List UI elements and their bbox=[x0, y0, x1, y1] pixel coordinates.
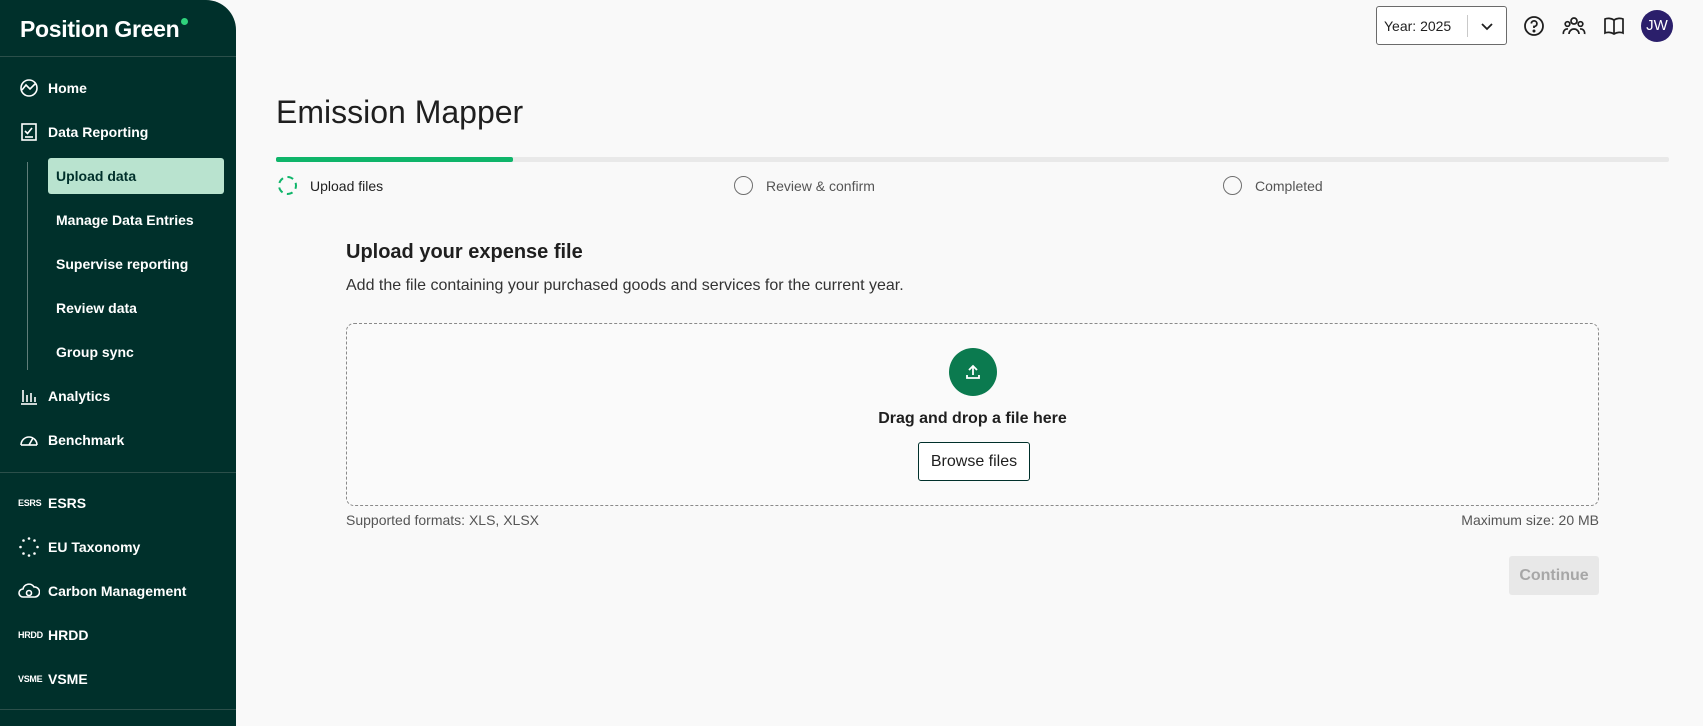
upload-icon[interactable] bbox=[949, 348, 997, 396]
sidebar: Position Green Home Data Reporting Uploa… bbox=[0, 0, 236, 726]
step-pending-icon bbox=[734, 176, 753, 195]
step-upload-files[interactable]: Upload files bbox=[278, 176, 383, 195]
logo-text: Position Green bbox=[20, 16, 180, 42]
file-dropzone[interactable]: Drag and drop a file here Browse files bbox=[346, 323, 1599, 506]
sidebar-item-label: Carbon Management bbox=[48, 583, 187, 599]
section-description: Add the file containing your purchased g… bbox=[346, 277, 904, 294]
chevron-down-icon bbox=[1468, 19, 1506, 33]
clipboard-check-icon bbox=[18, 121, 40, 143]
sidebar-item-label: ESRS bbox=[48, 495, 87, 511]
section-title: Upload your expense file bbox=[346, 241, 583, 263]
carbon-cloud-icon bbox=[18, 580, 40, 602]
gauge-icon bbox=[18, 429, 40, 451]
vsme-icon: VSME bbox=[18, 674, 43, 684]
sidebar-nav: Home Data Reporting bbox=[0, 57, 236, 154]
year-select-value: Year: 2025 bbox=[1384, 17, 1452, 34]
step-label: Upload files bbox=[310, 177, 384, 194]
avatar[interactable]: JW bbox=[1641, 9, 1673, 42]
help-icon[interactable] bbox=[1521, 13, 1547, 39]
continue-button[interactable]: Continue bbox=[1509, 556, 1599, 595]
wizard-progress-bar bbox=[276, 157, 1669, 162]
browse-files-button[interactable]: Browse files bbox=[918, 442, 1030, 481]
sidebar-item-benchmark[interactable]: Benchmark bbox=[0, 418, 236, 462]
sidebar-item-data-reporting[interactable]: Data Reporting bbox=[0, 110, 236, 154]
sidebar-item-vsme[interactable]: VSME VSME bbox=[0, 657, 236, 701]
sidebar-item-review-data[interactable]: Review data bbox=[48, 286, 224, 330]
topbar: Year: 2025 JW bbox=[1376, 6, 1673, 45]
sidebar-item-label: HRDD bbox=[48, 627, 89, 643]
step-pending-icon bbox=[1223, 176, 1242, 195]
sidebar-item-hrdd[interactable]: HRDD HRDD bbox=[0, 613, 236, 657]
submenu-line bbox=[27, 162, 28, 370]
sidebar-nav-secondary: Analytics Benchmark bbox=[0, 374, 236, 462]
sidebar-item-label: Home bbox=[48, 80, 87, 96]
bar-chart-icon bbox=[18, 385, 40, 407]
sidebar-item-upload-data[interactable]: Upload data bbox=[48, 158, 224, 194]
home-icon bbox=[18, 77, 40, 99]
sidebar-item-home[interactable]: Home bbox=[0, 66, 236, 110]
sidebar-item-label: Benchmark bbox=[48, 432, 125, 448]
page-title: Emission Mapper bbox=[276, 94, 524, 130]
hrdd-icon: HRDD bbox=[18, 630, 43, 640]
sidebar-item-eu-taxonomy[interactable]: EU Taxonomy bbox=[0, 525, 236, 569]
data-reporting-submenu: Upload data Manage Data Entries Supervis… bbox=[0, 158, 236, 374]
sidebar-item-carbon-management[interactable]: Carbon Management bbox=[0, 569, 236, 613]
sidebar-item-label: EU Taxonomy bbox=[48, 539, 141, 555]
year-select[interactable]: Year: 2025 bbox=[1376, 6, 1507, 45]
community-icon[interactable] bbox=[1561, 13, 1587, 39]
sidebar-divider bbox=[0, 472, 236, 473]
max-size-text: Maximum size: 20 MB bbox=[1461, 512, 1599, 528]
sidebar-item-supervise-reporting[interactable]: Supervise reporting bbox=[48, 242, 224, 286]
sidebar-divider-bottom bbox=[0, 709, 236, 710]
step-current-icon bbox=[278, 176, 297, 195]
sidebar-item-label: Data Reporting bbox=[48, 124, 149, 140]
step-review-confirm[interactable]: Review & confirm bbox=[734, 176, 875, 195]
step-label: Completed bbox=[1255, 177, 1323, 194]
sidebar-modules: ESRS ESRS EU Taxonomy Carbon Management … bbox=[0, 481, 236, 701]
logo-dot-icon bbox=[181, 18, 189, 25]
eu-stars-icon bbox=[18, 536, 40, 558]
sidebar-item-label: Analytics bbox=[48, 388, 111, 404]
wizard-progress-fill bbox=[276, 157, 513, 162]
sidebar-item-group-sync[interactable]: Group sync bbox=[48, 330, 224, 374]
sidebar-item-analytics[interactable]: Analytics bbox=[0, 374, 236, 418]
logo[interactable]: Position Green bbox=[0, 0, 236, 57]
sidebar-item-esrs[interactable]: ESRS ESRS bbox=[0, 481, 236, 525]
sidebar-item-label: VSME bbox=[48, 671, 88, 687]
step-label: Review & confirm bbox=[766, 177, 875, 194]
step-completed[interactable]: Completed bbox=[1223, 176, 1323, 195]
sidebar-item-manage-data-entries[interactable]: Manage Data Entries bbox=[48, 198, 224, 242]
book-icon[interactable] bbox=[1601, 13, 1627, 39]
supported-formats-text: Supported formats: XLS, XLSX bbox=[346, 512, 539, 528]
esrs-icon: ESRS bbox=[18, 498, 42, 508]
drag-drop-text: Drag and drop a file here bbox=[878, 410, 1067, 427]
